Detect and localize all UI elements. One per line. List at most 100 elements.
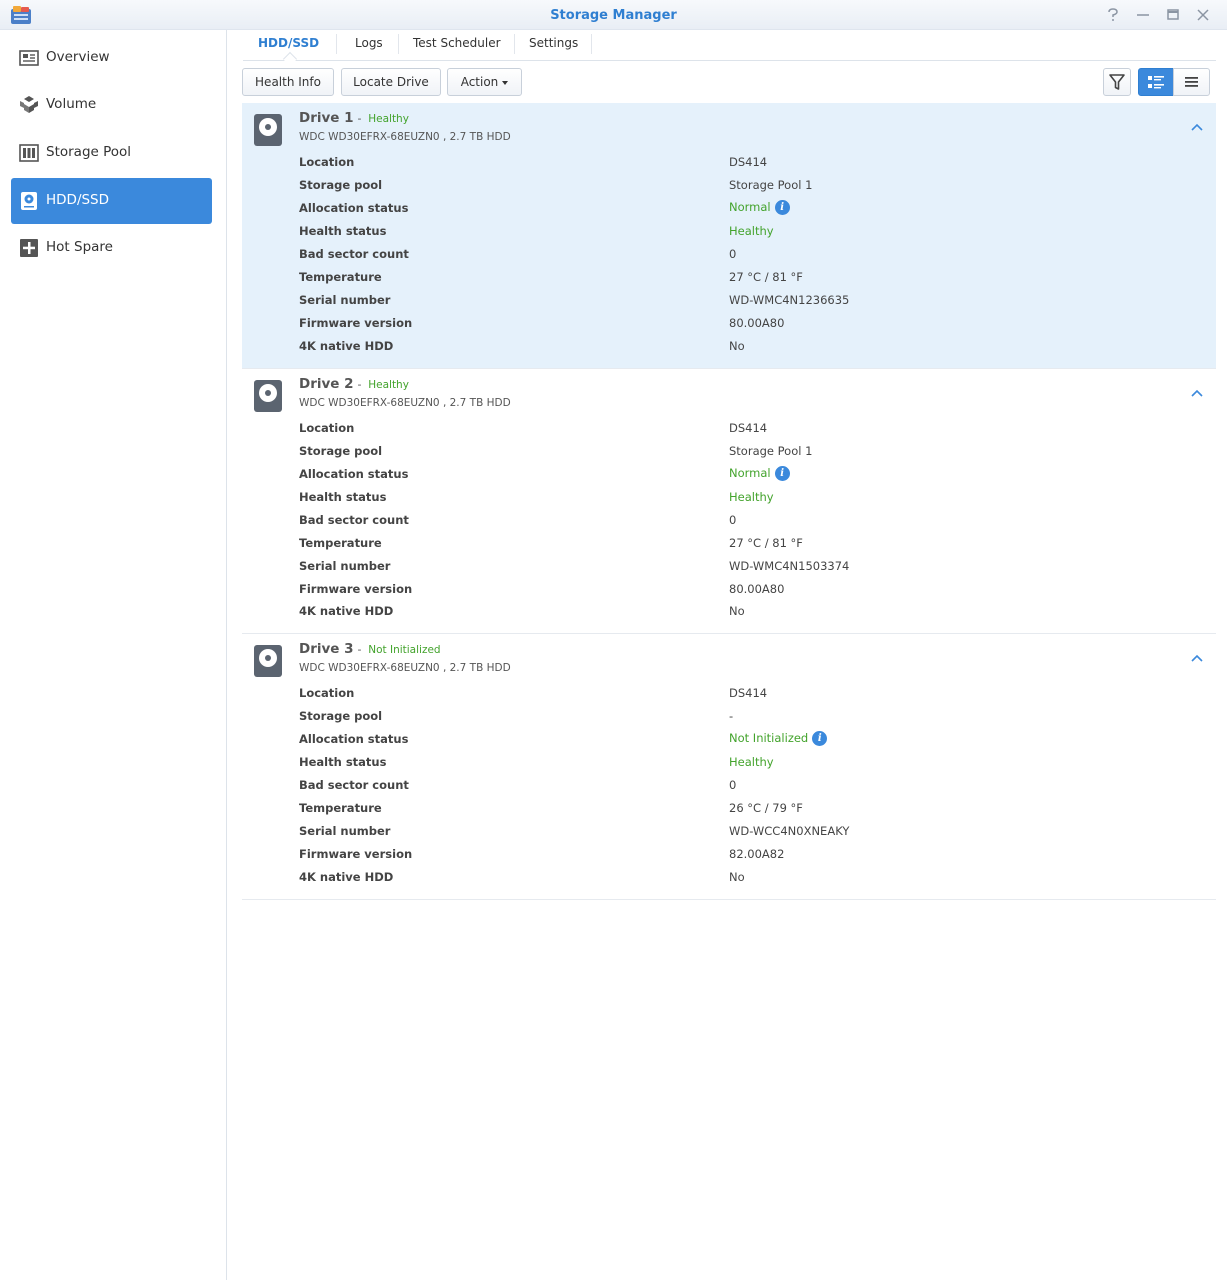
hdd-icon: [21, 192, 37, 210]
sidebar: Overview Volume Storage Pool HDD/SSD Hot…: [0, 30, 227, 1280]
health-info-button[interactable]: Health Info: [242, 68, 334, 96]
bad-sector-count-label: Bad sector count: [299, 513, 409, 527]
storage-pool-value: -: [729, 709, 734, 723]
native-4k-label: 4K native HDD: [299, 870, 394, 884]
allocation-status-text: Not Initialized: [729, 731, 809, 745]
drive-status-separator: -: [357, 378, 362, 391]
firmware-version-value: 80.00A80: [729, 316, 785, 330]
health-status-label: Health status: [299, 224, 387, 238]
temperature-label: Temperature: [299, 801, 382, 815]
temperature-label: Temperature: [299, 270, 382, 284]
drive-status-separator: -: [357, 643, 362, 656]
hot-spare-icon: [20, 239, 38, 257]
health-status-value: Healthy: [729, 755, 774, 769]
allocation-status-value: Not Initialized i: [729, 731, 828, 746]
storage-pool-label: Storage pool: [299, 709, 383, 723]
locate-drive-button[interactable]: Locate Drive: [341, 68, 441, 96]
temperature-label: Temperature: [299, 536, 382, 550]
drive-name: Drive 2: [299, 376, 354, 392]
health-status-value: Healthy: [729, 490, 774, 504]
tab-bar: HDD/SSD Logs Test Scheduler Settings: [243, 30, 1216, 67]
firmware-version-label: Firmware version: [299, 847, 413, 861]
location-value: DS414: [729, 421, 768, 435]
serial-number-value: WD-WCC4N0XNEAKY: [729, 824, 850, 838]
close-icon[interactable]: [1194, 6, 1212, 24]
bad-sector-count-value: 0: [729, 247, 737, 261]
tab-settings[interactable]: Settings: [515, 35, 592, 57]
drive-panel-3[interactable]: Drive 3- Not Initialized WDC WD30EFRX-68…: [242, 634, 1216, 900]
detail-list-icon: [1148, 76, 1164, 89]
info-icon[interactable]: i: [812, 731, 828, 746]
chevron-up-icon[interactable]: [1191, 123, 1203, 131]
drive-model: WDC WD30EFRX-68EUZN0 , 2.7 TB HDD: [299, 397, 511, 409]
bad-sector-count-value: 0: [729, 513, 737, 527]
info-icon[interactable]: i: [774, 200, 790, 215]
drive-panel-1[interactable]: Drive 1- Healthy WDC WD30EFRX-68EUZN0 , …: [242, 103, 1216, 369]
tab-logs[interactable]: Logs: [341, 35, 397, 57]
location-value: DS414: [729, 155, 768, 169]
filter-button[interactable]: [1103, 68, 1131, 96]
chevron-up-icon[interactable]: [1191, 389, 1203, 397]
tab-separator: [591, 34, 592, 54]
hdd-drive-icon: [254, 645, 282, 677]
hdd-drive-icon: [254, 380, 282, 412]
storage-pool-value: Storage Pool 1: [729, 178, 813, 192]
chevron-up-icon[interactable]: [1191, 654, 1203, 662]
storage-pool-value: Storage Pool 1: [729, 444, 813, 458]
storage-pool-label: Storage pool: [299, 444, 383, 458]
serial-number-value: WD-WMC4N1503374: [729, 559, 850, 573]
action-button[interactable]: Action: [447, 68, 522, 96]
drive-model: WDC WD30EFRX-68EUZN0 , 2.7 TB HDD: [299, 662, 511, 674]
drive-model: WDC WD30EFRX-68EUZN0 , 2.7 TB HDD: [299, 131, 511, 143]
allocation-status-text: Normal: [729, 200, 771, 214]
storage-pool-icon: [19, 144, 39, 162]
health-status-value: Healthy: [729, 224, 774, 238]
window-title: Storage Manager: [550, 8, 677, 23]
allocation-status-label: Allocation status: [299, 467, 409, 481]
hdd-drive-icon: [254, 114, 282, 146]
sidebar-item-storage-pool[interactable]: Storage Pool: [11, 130, 212, 176]
drive-status: Healthy: [368, 113, 409, 125]
health-status-label: Health status: [299, 755, 387, 769]
drive-status: Healthy: [368, 379, 409, 391]
sidebar-item-label: Hot Spare: [46, 239, 113, 255]
help-icon[interactable]: [1104, 6, 1122, 24]
tab-separator: [336, 34, 337, 54]
bad-sector-count-value: 0: [729, 778, 737, 792]
serial-number-label: Serial number: [299, 559, 391, 573]
sidebar-item-hot-spare[interactable]: Hot Spare: [11, 225, 212, 271]
drive-status: Not Initialized: [368, 644, 441, 656]
health-status-label: Health status: [299, 490, 387, 504]
minimize-icon[interactable]: [1134, 6, 1152, 24]
location-label: Location: [299, 686, 355, 700]
drive-title: Drive 1- Healthy: [299, 110, 409, 126]
temperature-value: 27 °C / 81 °F: [729, 536, 803, 550]
native-4k-label: 4K native HDD: [299, 339, 394, 353]
drive-name: Drive 1: [299, 110, 354, 126]
list-view-button[interactable]: [1173, 68, 1210, 96]
action-button-label: Action: [460, 75, 499, 89]
bad-sector-count-label: Bad sector count: [299, 247, 409, 261]
info-icon[interactable]: i: [774, 466, 790, 481]
list-icon: [1185, 77, 1198, 87]
native-4k-value: No: [729, 870, 745, 884]
firmware-version-label: Firmware version: [299, 582, 413, 596]
storage-pool-label: Storage pool: [299, 178, 383, 192]
location-value: DS414: [729, 686, 768, 700]
sidebar-item-volume[interactable]: Volume: [11, 82, 212, 128]
location-label: Location: [299, 421, 355, 435]
filter-icon: [1109, 74, 1125, 90]
chevron-down-icon: [502, 80, 509, 85]
maximize-icon[interactable]: [1164, 6, 1182, 24]
location-label: Location: [299, 155, 355, 169]
sidebar-item-label: HDD/SSD: [46, 192, 110, 208]
drive-panel-2[interactable]: Drive 2- Healthy WDC WD30EFRX-68EUZN0 , …: [242, 369, 1216, 634]
sidebar-item-overview[interactable]: Overview: [11, 35, 212, 81]
firmware-version-value: 82.00A82: [729, 847, 785, 861]
allocation-status-label: Allocation status: [299, 201, 409, 215]
allocation-status-value: Normal i: [729, 200, 790, 215]
detail-view-button[interactable]: [1138, 68, 1174, 96]
sidebar-item-hdd-ssd[interactable]: HDD/SSD: [11, 178, 212, 224]
sidebar-item-label: Overview: [46, 49, 110, 65]
tab-test-scheduler[interactable]: Test Scheduler: [399, 35, 515, 57]
